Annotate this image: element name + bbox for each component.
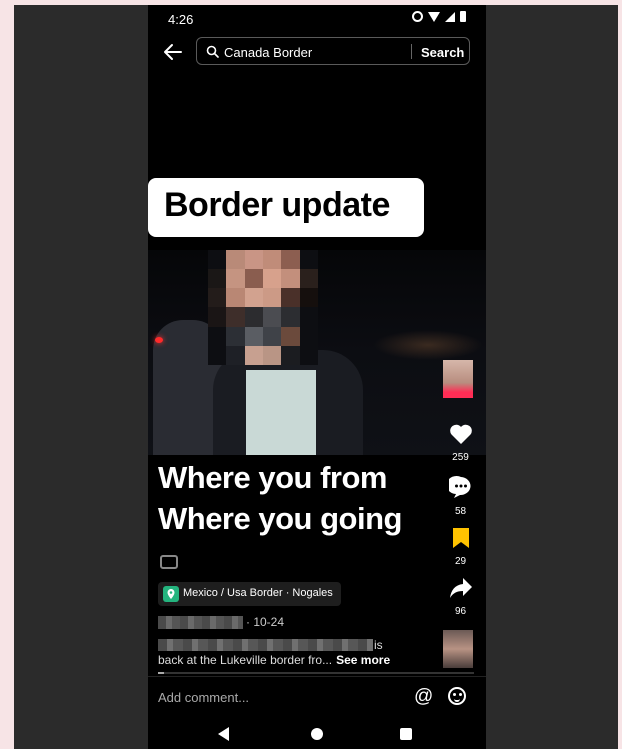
system-nav-bar <box>148 719 486 749</box>
search-icon <box>206 45 219 58</box>
status-icons <box>412 11 466 22</box>
like-button[interactable]: 259 <box>438 423 483 463</box>
description-line-2: back at the Lukeville border fro... See m… <box>158 653 390 667</box>
left-backdrop <box>14 5 148 749</box>
description-text: back at the Lukeville border fro... <box>158 653 333 667</box>
nav-back-icon[interactable] <box>218 727 229 741</box>
comment-input[interactable]: Add comment... <box>158 690 249 705</box>
post-date: · 10-24 <box>246 615 285 629</box>
status-bar: 4:26 <box>148 5 486 31</box>
nav-home-icon[interactable] <box>311 728 323 740</box>
red-light <box>155 337 163 343</box>
pixelated-face <box>208 250 318 365</box>
signal-icon <box>445 11 455 22</box>
location-text: Mexico / Usa Border · Nogales <box>183 587 333 599</box>
person-shirt <box>246 370 316 455</box>
video-progress-fill <box>158 672 165 674</box>
comment-button[interactable]: 58 <box>438 475 483 517</box>
heart-icon <box>449 424 472 444</box>
caption-line-1: Where you from <box>158 460 387 495</box>
video-caption-overlay: Where you from Where you going <box>158 457 448 539</box>
location-pin-icon <box>163 586 179 602</box>
comment-bar: Add comment... @ <box>148 676 486 717</box>
description-fragment: is <box>374 638 383 652</box>
creator-avatar[interactable] <box>443 360 473 398</box>
wifi-icon <box>428 11 440 22</box>
share-button[interactable]: 96 <box>438 577 483 617</box>
blurred-description <box>158 639 373 651</box>
sound-disc-icon[interactable] <box>443 630 473 668</box>
search-divider <box>411 44 412 59</box>
see-more-link[interactable]: See more <box>336 653 390 667</box>
share-count: 96 <box>454 606 467 617</box>
save-count: 29 <box>454 556 467 567</box>
captions-icon[interactable] <box>160 555 178 569</box>
video-progress-bar[interactable] <box>158 672 474 674</box>
search-button[interactable]: Search <box>421 45 464 60</box>
title-banner-text: Border update <box>164 186 390 224</box>
caption-line-2: Where you going <box>158 501 402 536</box>
battery-icon <box>460 11 466 22</box>
comment-count: 58 <box>454 506 467 517</box>
share-arrow-icon <box>449 578 472 598</box>
description-line-1: is <box>158 638 418 652</box>
blurred-username[interactable] <box>158 616 243 629</box>
author-row: · 10-24 <box>158 614 358 630</box>
save-button[interactable]: 29 <box>438 527 483 567</box>
like-count: 259 <box>452 452 469 463</box>
status-time: 4:26 <box>168 12 194 27</box>
search-input[interactable]: Canada Border Search <box>196 37 470 65</box>
comment-bubble-icon <box>445 476 471 498</box>
top-bar: Canada Border Search <box>148 37 486 67</box>
bookmark-icon <box>452 528 469 548</box>
mention-icon[interactable]: @ <box>414 686 433 708</box>
title-banner: Border update <box>148 178 424 237</box>
video-frame <box>148 250 486 455</box>
nav-recents-icon[interactable] <box>400 728 412 740</box>
emoji-icon[interactable] <box>448 687 466 705</box>
right-backdrop <box>486 5 618 749</box>
search-query: Canada Border <box>224 45 313 60</box>
distant-lights <box>373 330 483 360</box>
vibrate-icon <box>412 11 423 22</box>
location-tag[interactable]: Mexico / Usa Border · Nogales <box>158 582 341 606</box>
back-arrow-icon[interactable] <box>162 41 184 63</box>
phone-screen: 4:26 Canada Border Search Border update <box>148 5 486 749</box>
